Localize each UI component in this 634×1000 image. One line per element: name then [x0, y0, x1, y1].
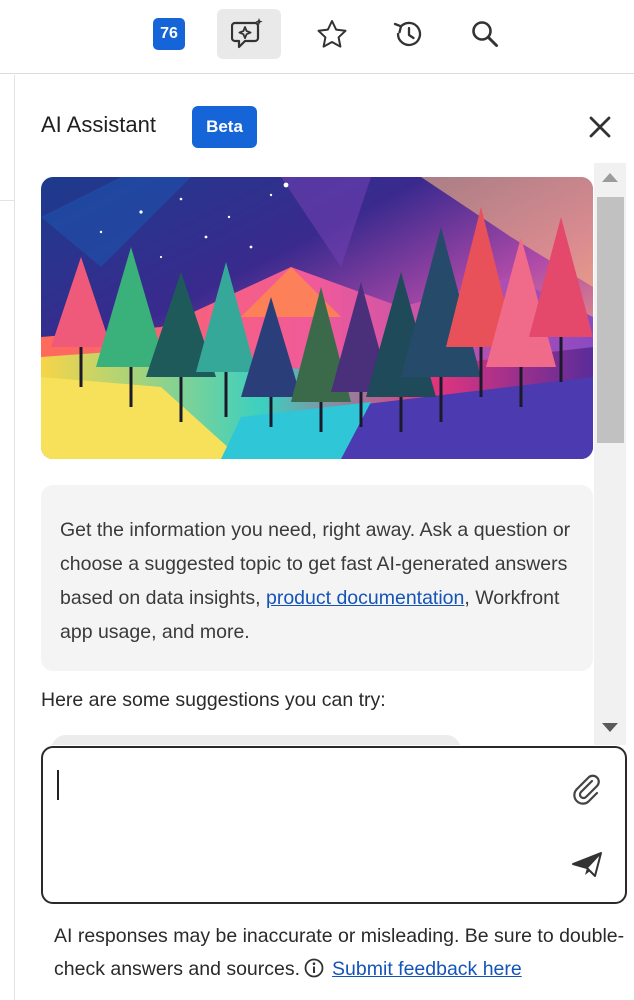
history-icon	[393, 21, 422, 47]
close-icon	[589, 116, 611, 138]
text-cursor	[57, 770, 59, 800]
conversation-scroll-area[interactable]: Get the information you need, right away…	[41, 177, 593, 745]
scrollbar-thumb[interactable]	[597, 197, 624, 443]
message-composer[interactable]	[41, 746, 627, 904]
hero-illustration	[41, 177, 593, 459]
send-paper-plane-icon	[572, 852, 602, 877]
underlying-page-edge	[0, 75, 15, 1000]
recent-history-button[interactable]	[376, 9, 440, 59]
ai-chat-sparkle-icon	[231, 18, 263, 49]
ai-assistant-button[interactable]	[217, 9, 281, 59]
paperclip-icon	[573, 774, 600, 805]
ai-assistant-panel: AI Assistant Beta Get the information yo…	[16, 75, 634, 1000]
top-toolbar: 76	[0, 0, 634, 74]
info-icon[interactable]	[304, 958, 324, 978]
beta-badge: Beta	[192, 106, 257, 148]
notification-count-badge[interactable]: 76	[153, 18, 185, 50]
scroll-down-arrow-icon[interactable]	[602, 723, 618, 732]
send-button[interactable]	[571, 850, 603, 878]
panel-scrollbar[interactable]	[594, 163, 626, 745]
suggestion-chip[interactable]	[51, 735, 461, 745]
close-button[interactable]	[586, 113, 614, 141]
favorites-button[interactable]	[300, 9, 364, 59]
submit-feedback-link[interactable]: Submit feedback here	[332, 958, 522, 980]
panel-title: AI Assistant	[41, 112, 156, 137]
product-documentation-link[interactable]: product documentation	[266, 587, 464, 609]
search-button[interactable]	[453, 9, 517, 59]
scroll-up-arrow-icon[interactable]	[602, 173, 618, 182]
suggestions-heading: Here are some suggestions you can try:	[41, 689, 386, 711]
attach-button[interactable]	[570, 772, 602, 806]
ai-disclaimer: AI responses may be inaccurate or mislea…	[54, 920, 634, 986]
star-icon	[317, 20, 347, 48]
intro-card: Get the information you need, right away…	[41, 485, 593, 671]
search-icon	[472, 21, 498, 47]
message-input[interactable]	[55, 762, 555, 882]
